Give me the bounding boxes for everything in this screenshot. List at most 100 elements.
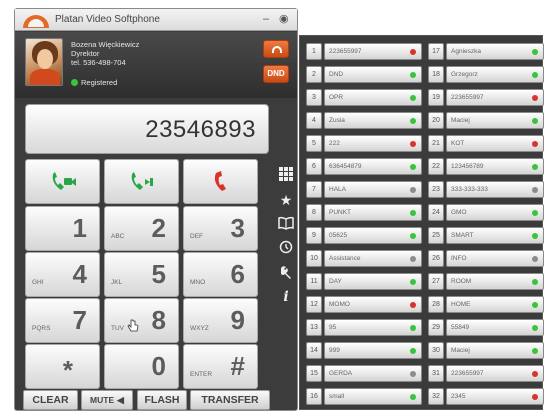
speed-dial-button[interactable]: Assistance (324, 250, 422, 267)
info-icon[interactable]: i (278, 289, 294, 305)
speed-dial-number: 6 (306, 158, 322, 175)
speed-dial-entry[interactable]: 17 Agnieszka (428, 42, 544, 61)
speed-dial-entry[interactable]: 22 123456789 (428, 157, 544, 176)
speed-dial-entry[interactable]: 16 small (306, 387, 422, 406)
speed-dial-button[interactable]: HALA (324, 181, 422, 198)
key-1[interactable]: 1 (25, 206, 100, 251)
speed-dial-entry[interactable]: 3 OPR (306, 88, 422, 107)
book-icon[interactable] (278, 216, 294, 232)
video-call-button[interactable] (25, 159, 100, 204)
speed-dial-button[interactable]: 222 (324, 135, 422, 152)
speed-dial-entry[interactable]: 19 223655997 (428, 88, 544, 107)
speed-dial-entry[interactable]: 5 222 (306, 134, 422, 153)
speed-dial-button[interactable]: 223655997 (446, 89, 544, 106)
flash-button[interactable]: FLASH (137, 390, 187, 410)
speed-dial-entry[interactable]: 24 GMO (428, 203, 544, 222)
speed-dial-button[interactable]: 2345 (446, 388, 544, 405)
speed-dial-entry[interactable]: 14 999 (306, 341, 422, 360)
speed-dial-button[interactable]: Maciej (446, 112, 544, 129)
speed-dial-entry[interactable]: 28 HOME (428, 295, 544, 314)
speed-dial-entry[interactable]: 23 333-333-333 (428, 180, 544, 199)
key-3[interactable]: DEF 3 (183, 206, 258, 251)
speed-dial-entry[interactable]: 31 223655997 (428, 364, 544, 383)
speed-dial-entry[interactable]: 8 PUNKT (306, 203, 422, 222)
speed-dial-button[interactable]: GMO (446, 204, 544, 221)
speed-dial-entry[interactable]: 6 636454879 (306, 157, 422, 176)
speed-dial-button[interactable]: 333-333-333 (446, 181, 544, 198)
speed-dial-entry[interactable]: 26 INFO (428, 249, 544, 268)
speed-dial-label: 333-333-333 (451, 186, 488, 193)
speed-dial-button[interactable]: 223655997 (446, 365, 544, 382)
close-button[interactable]: ◉ (279, 13, 289, 25)
speed-dial-entry[interactable]: 2 DND (306, 65, 422, 84)
grid-icon[interactable] (278, 167, 294, 183)
speed-dial-button[interactable]: PUNKT (324, 204, 422, 221)
speed-dial-button[interactable]: MOMO (324, 296, 422, 313)
transfer-button[interactable]: TRANSFER (190, 390, 270, 410)
speed-dial-entry[interactable]: 4 Zusia (306, 111, 422, 130)
speed-dial-button[interactable]: 123456789 (446, 158, 544, 175)
speed-dial-entry[interactable]: 21 KOT (428, 134, 544, 153)
speed-dial-button[interactable]: 05625 (324, 227, 422, 244)
speed-dial-button[interactable]: ROOM (446, 273, 544, 290)
speed-dial-entry[interactable]: 12 MOMO (306, 295, 422, 314)
star-icon[interactable]: ★ (278, 192, 294, 208)
key-4[interactable]: GHI 4 (25, 252, 100, 297)
speed-dial-button[interactable]: 95 (324, 319, 422, 336)
speed-dial-entry[interactable]: 10 Assistance (306, 249, 422, 268)
speed-dial-button[interactable]: Maciej (446, 342, 544, 359)
speed-dial-entry[interactable]: 7 HALA (306, 180, 422, 199)
clear-button[interactable]: CLEAR (23, 390, 78, 410)
speed-dial-entry[interactable]: 9 05625 (306, 226, 422, 245)
key-hash[interactable]: ENTER # (183, 344, 258, 389)
mute-button[interactable]: MUTE ◀ (81, 390, 133, 410)
history-icon[interactable] (278, 240, 294, 256)
key-0[interactable]: 0 (104, 344, 179, 389)
speed-dial-entry[interactable]: 13 95 (306, 318, 422, 337)
speed-dial-button[interactable]: 636454879 (324, 158, 422, 175)
minimize-button[interactable]: – (263, 13, 269, 25)
key-7[interactable]: PQRS 7 (25, 298, 100, 343)
speed-dial-number: 2 (306, 66, 322, 83)
key-8[interactable]: TUV 8 (104, 298, 179, 343)
speed-dial-button[interactable]: Grzegorz (446, 66, 544, 83)
speed-dial-entry[interactable]: 27 ROOM (428, 272, 544, 291)
speed-dial-button[interactable]: OPR (324, 89, 422, 106)
speed-dial-button[interactable]: HOME (446, 296, 544, 313)
dnd-button[interactable]: DND (263, 65, 289, 83)
speed-dial-button[interactable]: SMART (446, 227, 544, 244)
speed-dial-button[interactable]: DAY (324, 273, 422, 290)
speed-dial-button[interactable]: 55849 (446, 319, 544, 336)
key-letters: PQRS (32, 325, 51, 332)
speed-dial-entry[interactable]: 11 DAY (306, 272, 422, 291)
speed-dial-button[interactable]: Zusia (324, 112, 422, 129)
speed-dial-button[interactable]: Agnieszka (446, 43, 544, 60)
speed-dial-entry[interactable]: 15 GERDA (306, 364, 422, 383)
key-9[interactable]: WXYZ 9 (183, 298, 258, 343)
speed-dial-button[interactable]: small (324, 388, 422, 405)
speed-dial-entry[interactable]: 30 Maciej (428, 341, 544, 360)
key-5[interactable]: JKL 5 (104, 252, 179, 297)
speed-dial-button[interactable]: INFO (446, 250, 544, 267)
audio-call-button[interactable] (104, 159, 179, 204)
speed-dial-entry[interactable]: 18 Grzegorz (428, 65, 544, 84)
app-title: Platan Video Softphone (55, 14, 160, 25)
speed-dial-entry[interactable]: 25 SMART (428, 226, 544, 245)
key-6[interactable]: MNO 6 (183, 252, 258, 297)
key-star[interactable]: * (25, 344, 100, 389)
speed-dial-entry[interactable]: 32 2345 (428, 387, 544, 406)
speed-dial-button[interactable]: 223655997 (324, 43, 422, 60)
wrench-icon[interactable] (278, 265, 294, 281)
speed-dial-button[interactable]: KOT (446, 135, 544, 152)
headset-button[interactable] (263, 40, 289, 58)
key-2[interactable]: ABC 2 (104, 206, 179, 251)
number-display[interactable]: 23546893 (25, 104, 269, 154)
registered-status-icon (71, 79, 78, 86)
speed-dial-button[interactable]: DND (324, 66, 422, 83)
speed-dial-entry[interactable]: 20 Maciej (428, 111, 544, 130)
speed-dial-entry[interactable]: 29 55849 (428, 318, 544, 337)
speed-dial-button[interactable]: 999 (324, 342, 422, 359)
speed-dial-entry[interactable]: 1 223655997 (306, 42, 422, 61)
speed-dial-button[interactable]: GERDA (324, 365, 422, 382)
hangup-button[interactable] (183, 159, 258, 204)
